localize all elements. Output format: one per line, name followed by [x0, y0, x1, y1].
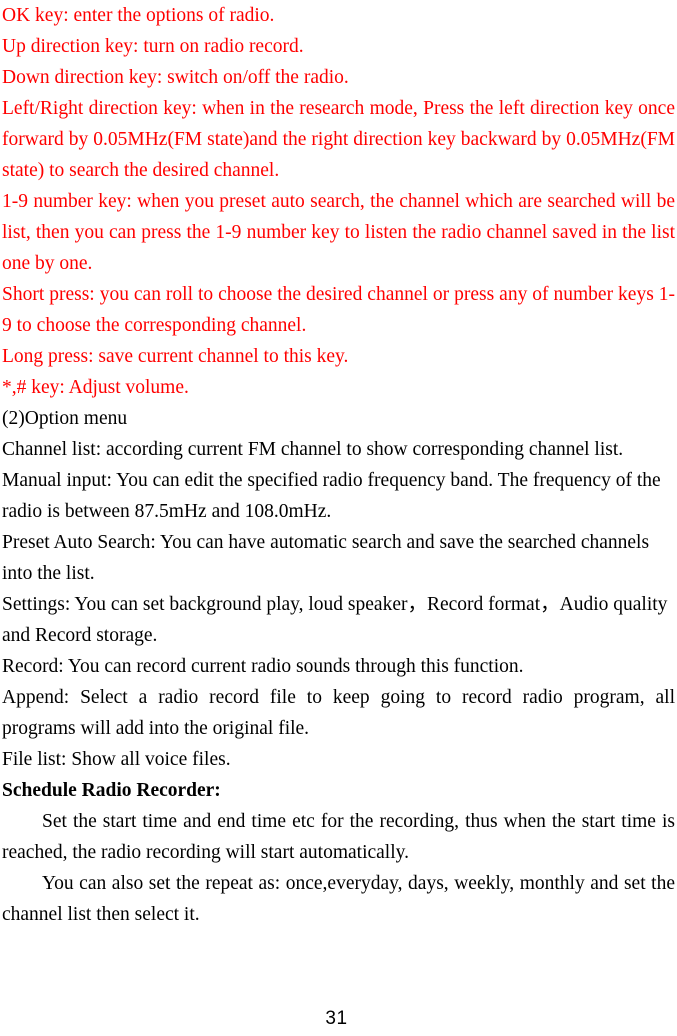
append-paragraph: Append: Select a radio record file to ke… — [2, 687, 675, 739]
up-direction-key-line: Up direction key: turn on radio record. — [2, 36, 304, 57]
star-hash-key-line: *,# key: Adjust volume. — [2, 377, 189, 398]
manual-input-paragraph: Manual input: You can edit the specified… — [2, 470, 661, 522]
channel-list-paragraph: Channel list: according current FM chann… — [2, 439, 624, 460]
left-right-direction-key-paragraph: Left/Right direction key: when in the re… — [2, 98, 675, 181]
page-number-value: 31 — [325, 1008, 348, 1029]
short-press-paragraph: Short press: you can roll to choose the … — [2, 284, 675, 336]
schedule-radio-recorder-heading: Schedule Radio Recorder: — [2, 780, 221, 801]
settings-paragraph: Settings: You can set background play, l… — [2, 594, 668, 646]
ok-key-line: OK key: enter the options of radio. — [2, 5, 275, 26]
long-press-line: Long press: save current channel to this… — [2, 346, 349, 367]
option-menu-heading: (2)Option menu — [2, 408, 128, 429]
number-key-paragraph: 1-9 number key: when you preset auto sea… — [2, 191, 675, 274]
down-direction-key-line: Down direction key: switch on/off the ra… — [2, 67, 349, 88]
preset-auto-search-paragraph: Preset Auto Search: You can have automat… — [2, 532, 650, 584]
document-page: OK key: enter the options of radio. Up d… — [0, 0, 677, 1036]
schedule-paragraph-1: Set the start time and end time etc for … — [2, 811, 675, 863]
record-line: Record: You can record current radio sou… — [2, 656, 524, 677]
file-list-line: File list: Show all voice files. — [2, 749, 231, 770]
option-menu-section: (2)Option menu Channel list: according c… — [2, 403, 675, 775]
schedule-radio-recorder-section: Schedule Radio Recorder: Set the start t… — [2, 775, 675, 930]
key-functions-section: OK key: enter the options of radio. Up d… — [2, 0, 675, 403]
page-number: 31 — [0, 1008, 677, 1030]
schedule-paragraph-2: You can also set the repeat as: once,eve… — [2, 873, 675, 925]
